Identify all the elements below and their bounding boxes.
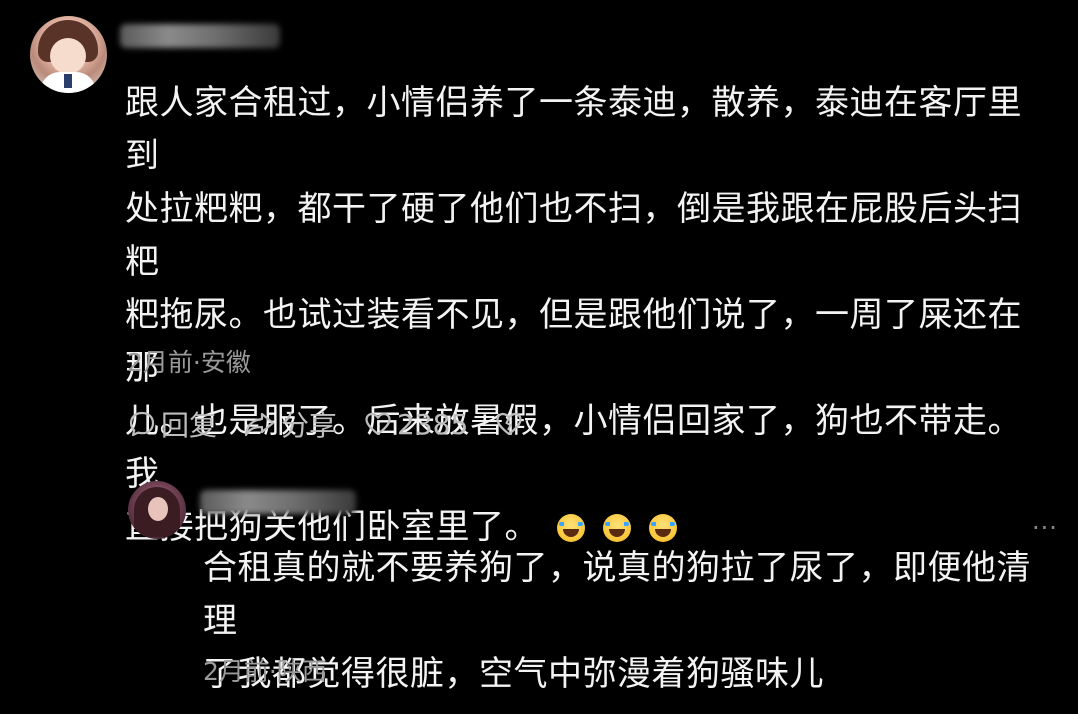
more-options-button[interactable]: ···: [1032, 514, 1058, 542]
avatar[interactable]: [30, 16, 107, 93]
comment-meta: 2月前·安徽: [127, 348, 251, 377]
dislike-button[interactable]: [494, 409, 528, 439]
username-blurred[interactable]: [120, 24, 280, 48]
share-arrow-icon: [244, 412, 275, 437]
comment-text: 跟人家合租过，小情侣养了一条泰迪，散养，泰迪在客厅里到 处拉粑粑，都干了硬了他们…: [125, 77, 1045, 554]
heart-icon: [365, 412, 391, 436]
broken-heart-icon: [496, 412, 522, 436]
avatar-tie: [64, 74, 72, 88]
comment-line: 跟人家合租过，小情侣养了一条泰迪，散养，泰迪在客厅里到: [125, 83, 1022, 176]
reply-username-blurred[interactable]: [200, 490, 356, 514]
comment-actions: 回复 分享 2385: [127, 404, 554, 444]
avatar-face: [148, 497, 168, 521]
reply-label: 回复: [161, 409, 218, 442]
share-label: 分享: [281, 409, 338, 442]
reply-line: 合租真的就不要养狗了，说真的狗拉了尿了，即便他清理: [203, 548, 1031, 641]
comment-line: 粑拖尿。也试过装看不见，但是跟他们说了，一周了屎还在那: [125, 295, 1022, 388]
like-count: 2385: [397, 407, 469, 441]
reply-button[interactable]: 回复: [127, 404, 217, 444]
reply-meta: 2月前·陕西: [203, 657, 327, 686]
avatar-face: [50, 38, 86, 74]
reply-line: 了我都觉得很脏，空气中弥漫着狗骚味儿: [203, 654, 824, 694]
reply-avatar[interactable]: [128, 481, 186, 539]
comment-bubble-icon: [129, 411, 155, 437]
face-with-tears-of-joy-icon: [557, 514, 585, 542]
face-with-tears-of-joy-icon: [649, 514, 677, 542]
reply-text: 合租真的就不要养狗了，说真的狗拉了尿了，即便他清理 了我都觉得很脏，空气中弥漫着…: [203, 542, 1063, 701]
face-with-tears-of-joy-icon: [603, 514, 631, 542]
comment-line: 处拉粑粑，都干了硬了他们也不扫，倒是我跟在屁股后头扫粑: [125, 189, 1022, 282]
share-button[interactable]: 分享: [243, 404, 337, 444]
like-button[interactable]: 2385: [363, 408, 468, 441]
